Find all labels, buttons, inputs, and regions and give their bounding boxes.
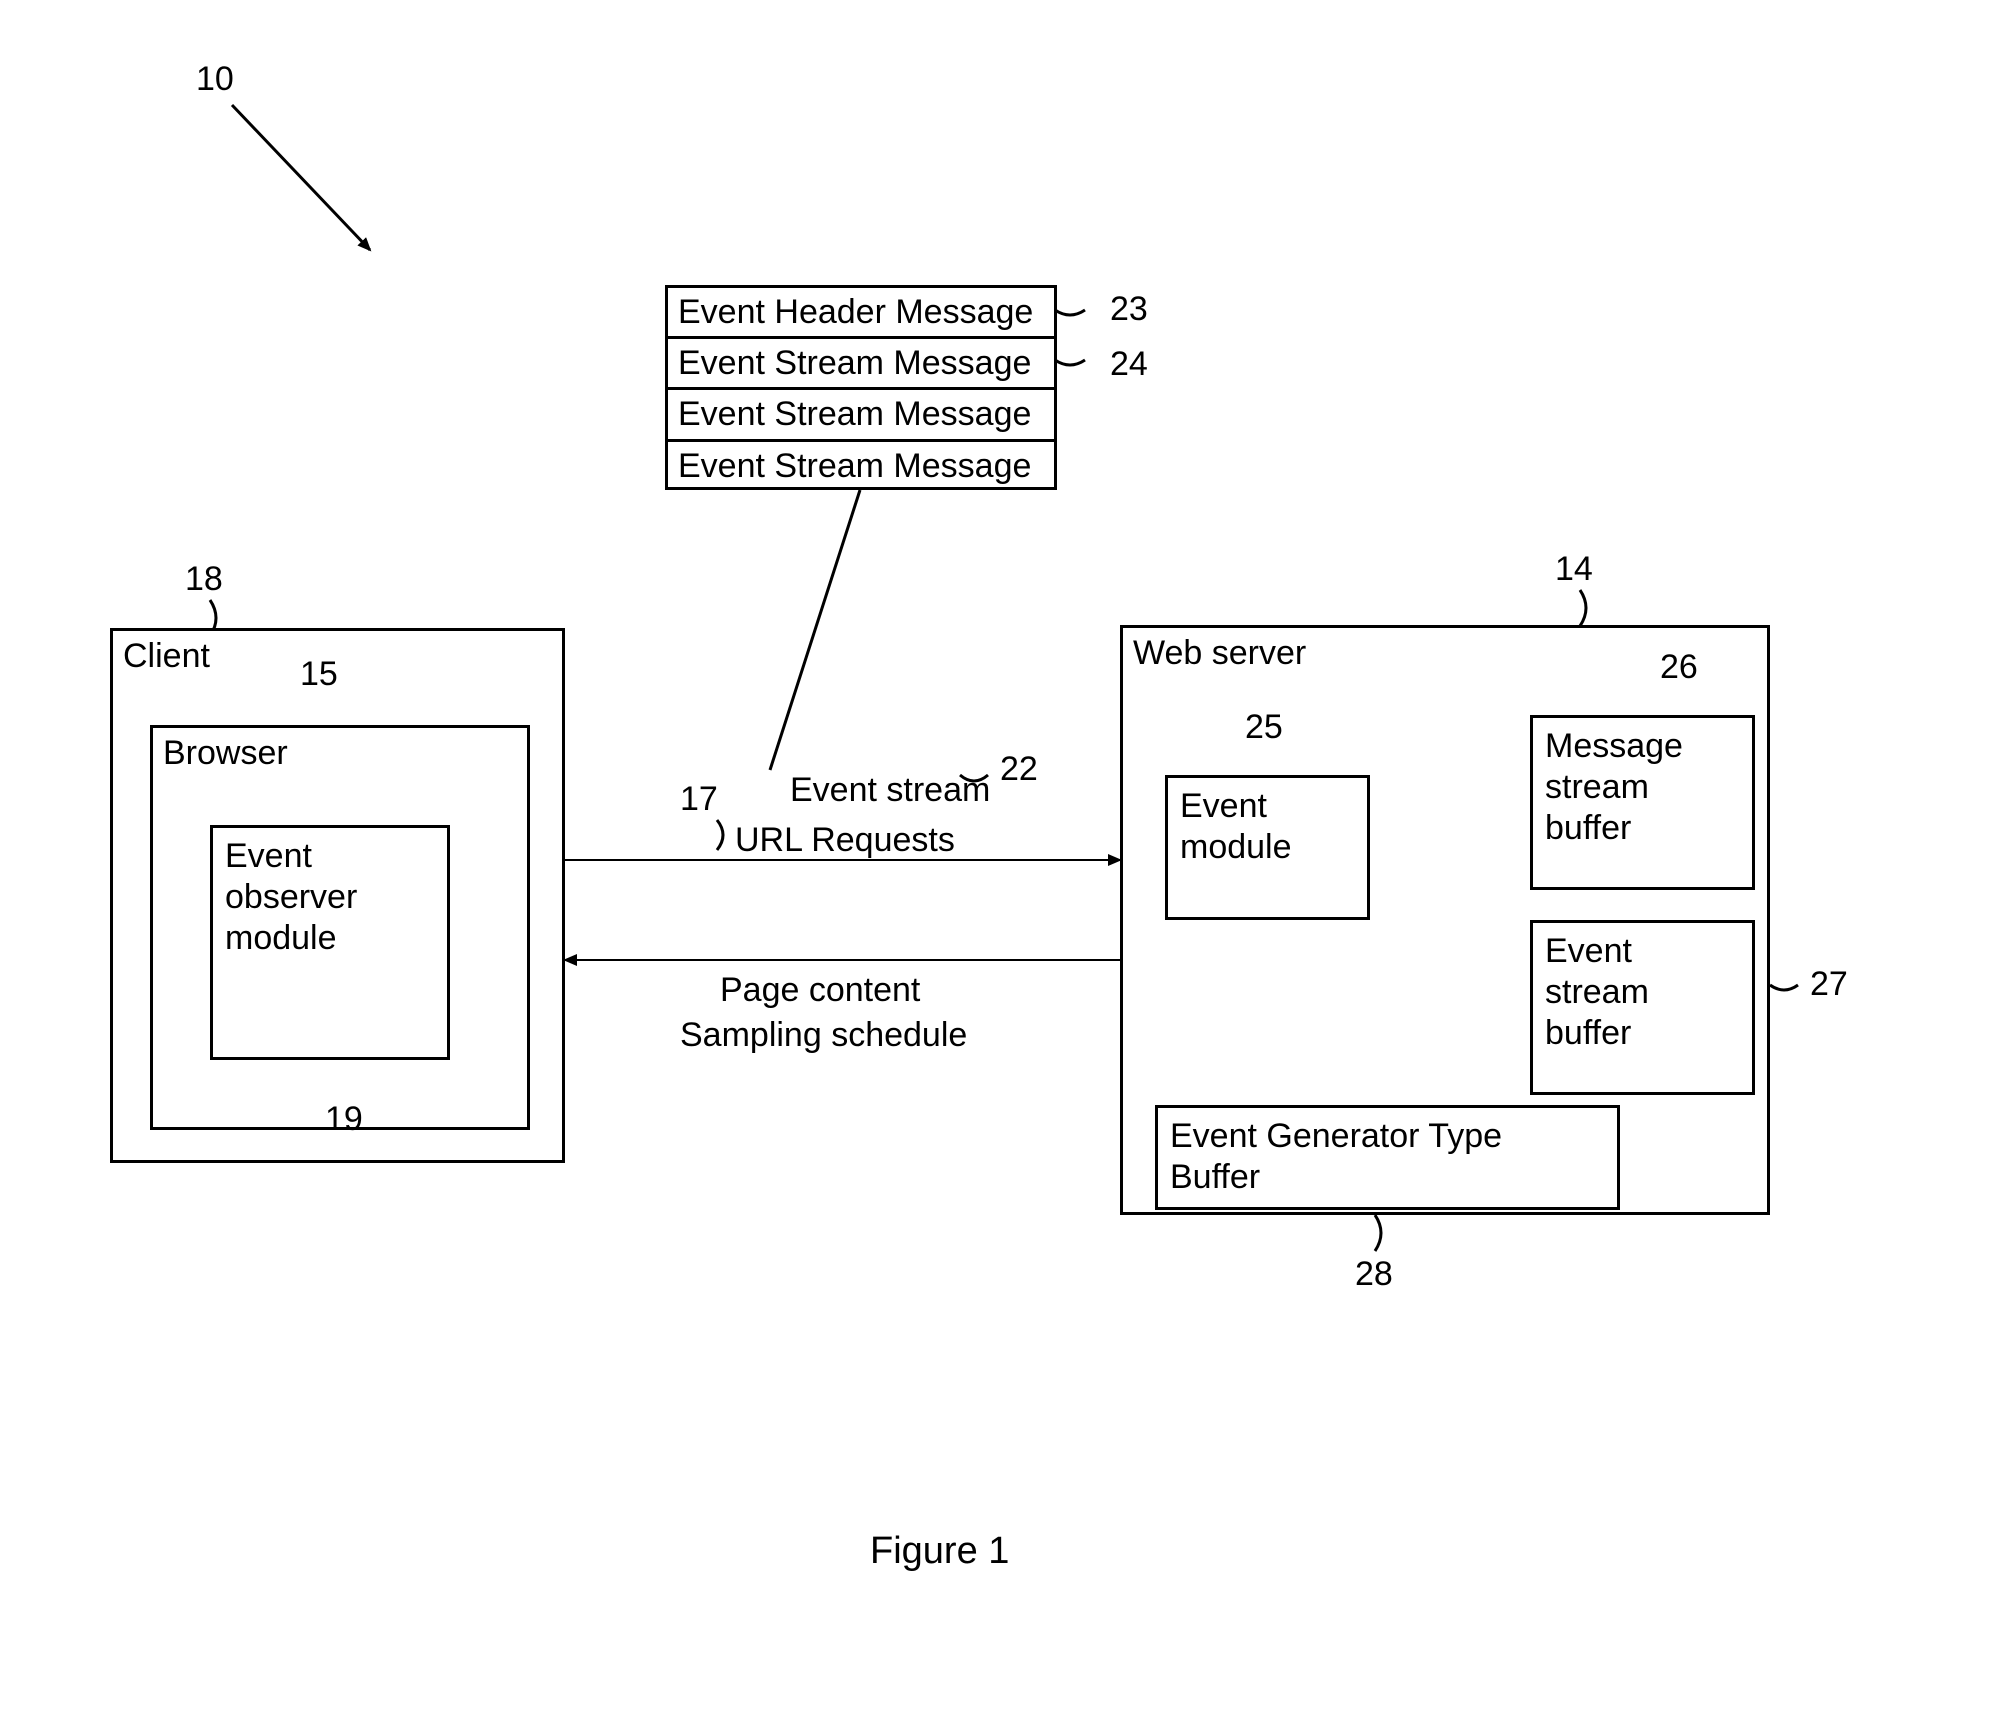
diagram-canvas: 10 Event Header Message Event Stream Mes… xyxy=(0,0,1998,1733)
page-content-label: Page content xyxy=(720,970,920,1011)
stack-row-stream-2: Event Stream Message xyxy=(668,390,1054,441)
event-stream-buffer-box: Event stream buffer xyxy=(1530,920,1755,1095)
ref-23: 23 xyxy=(1110,290,1148,329)
ref-15: 15 xyxy=(300,655,338,694)
event-generator-buffer-label: Event Generator Type Buffer xyxy=(1158,1108,1612,1206)
ref-22: 22 xyxy=(1000,750,1038,789)
msg-stream-buffer-box: Message stream buffer xyxy=(1530,715,1755,890)
ref-10: 10 xyxy=(196,60,234,99)
ref-19: 19 xyxy=(325,1100,363,1139)
event-observer-label: Event observer module xyxy=(213,828,437,966)
ref-27: 27 xyxy=(1810,965,1848,1004)
stack-row-header: Event Header Message xyxy=(668,288,1054,339)
event-stream-buffer-label: Event stream buffer xyxy=(1533,923,1747,1061)
event-module-label: Event module xyxy=(1168,778,1352,876)
sampling-schedule-label: Sampling schedule xyxy=(680,1015,967,1056)
message-stack: Event Header Message Event Stream Messag… xyxy=(665,285,1057,490)
event-stream-label: Event stream xyxy=(790,770,990,811)
msg-stream-buffer-label: Message stream buffer xyxy=(1533,718,1747,856)
event-observer-box: Event observer module xyxy=(210,825,450,1060)
url-requests-label: URL Requests xyxy=(735,820,955,861)
ref-18: 18 xyxy=(185,560,223,599)
ref-26: 26 xyxy=(1660,648,1698,687)
ref-28: 28 xyxy=(1355,1255,1393,1294)
stack-row-stream-3: Event Stream Message xyxy=(668,442,1054,490)
event-module-box: Event module xyxy=(1165,775,1370,920)
ref-25: 25 xyxy=(1245,708,1283,747)
ref-17: 17 xyxy=(680,780,718,819)
stack-row-stream-1: Event Stream Message xyxy=(668,339,1054,390)
ref-24: 24 xyxy=(1110,345,1148,384)
ref-14: 14 xyxy=(1555,550,1593,589)
event-generator-buffer-box: Event Generator Type Buffer xyxy=(1155,1105,1620,1210)
browser-title: Browser xyxy=(153,728,527,779)
figure-caption: Figure 1 xyxy=(870,1530,1009,1573)
